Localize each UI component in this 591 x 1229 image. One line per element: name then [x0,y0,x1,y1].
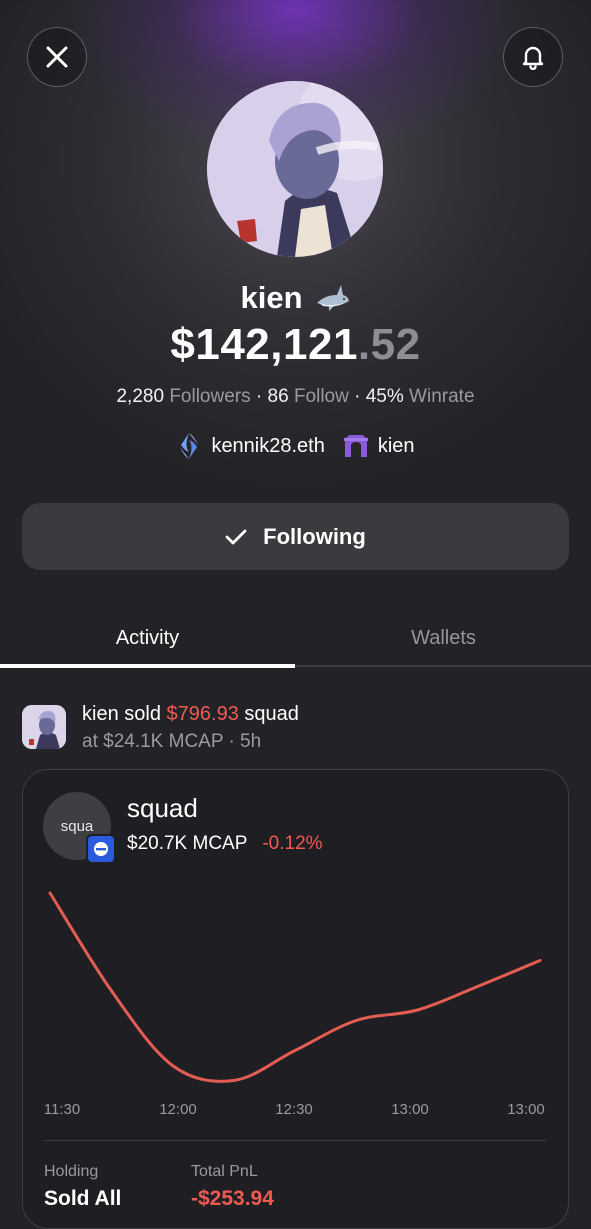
ens-icon [180,433,199,459]
x-tick-label: 13:00 [391,1101,429,1118]
tab-activity[interactable]: Activity [0,627,295,650]
follow-count[interactable]: 86 [268,386,289,407]
follow-label[interactable]: Follow [294,386,349,407]
checkmark-icon [225,529,247,544]
activity-token[interactable]: squad [244,703,299,725]
holding-value: Sold All [44,1187,122,1210]
card-divider [44,1140,547,1141]
tab-active-indicator [0,664,295,668]
chain-badge [86,834,116,864]
token-logo-text: squa [60,817,94,835]
linked-identities: kennik28.eth kien [0,432,591,460]
profile-name: kien [240,280,303,315]
following-button[interactable]: Following [22,503,569,570]
alt-name: kien [377,434,415,457]
x-tick-label: 13:00 [507,1101,545,1118]
notification-button[interactable] [503,27,563,87]
tab-wallets[interactable]: Wallets [296,627,591,650]
winrate-label: Winrate [409,386,475,407]
winrate-value: 45% [365,386,404,407]
x-tick-label: 12:00 [159,1101,197,1118]
close-button[interactable] [27,27,87,87]
token-mcap: $20.7K MCAP [127,833,248,854]
price-line [48,891,542,1083]
ens-identity[interactable]: kennik28.eth [176,432,325,460]
token-change: -0.12% [262,833,323,854]
profile-tabs: Activity Wallets [0,607,591,669]
alt-identity[interactable]: kien [343,432,415,460]
gate-icon [343,435,368,457]
followers-count[interactable]: 2,280 [116,386,164,407]
followers-label[interactable]: Followers [169,386,250,407]
activity-user-avatar[interactable] [22,705,66,749]
x-tick-label: 12:30 [275,1101,313,1118]
price-chart[interactable]: 11:30 12:00 12:30 13:00 13:00 [22,870,569,1130]
activity-action: sold [124,703,161,725]
activity-amount: $796.93 [166,703,239,725]
stats-separator: · [255,386,263,407]
activity-user[interactable]: kien [82,703,119,725]
close-icon [46,46,68,68]
token-stats: $20.7K MCAP -0.12% [127,833,323,855]
holding-label: Holding [44,1163,99,1180]
activity-detail: at $24.1K MCAP · 5h [82,731,262,752]
portfolio-balance: $142,121.52 [0,320,591,370]
base-chain-icon [94,842,108,856]
activity-summary: kien sold $796.93 squad [82,703,299,726]
profile-avatar [207,81,383,257]
bell-icon [522,46,544,70]
shark-icon [316,285,349,311]
pnl-label: Total PnL [191,1163,258,1180]
profile-stats: 2,280 Followers · 86 Follow · 45% Winrat… [0,386,591,408]
x-tick-label: 11:30 [44,1101,80,1118]
token-name: squad [127,793,198,823]
balance-main: $142,121 [170,320,358,369]
following-label: Following [263,523,366,549]
stats-separator: · [354,386,361,407]
balance-cents: .52 [357,320,421,369]
pnl-value: -$253.94 [191,1187,274,1210]
ens-name: kennik28.eth [211,434,325,457]
